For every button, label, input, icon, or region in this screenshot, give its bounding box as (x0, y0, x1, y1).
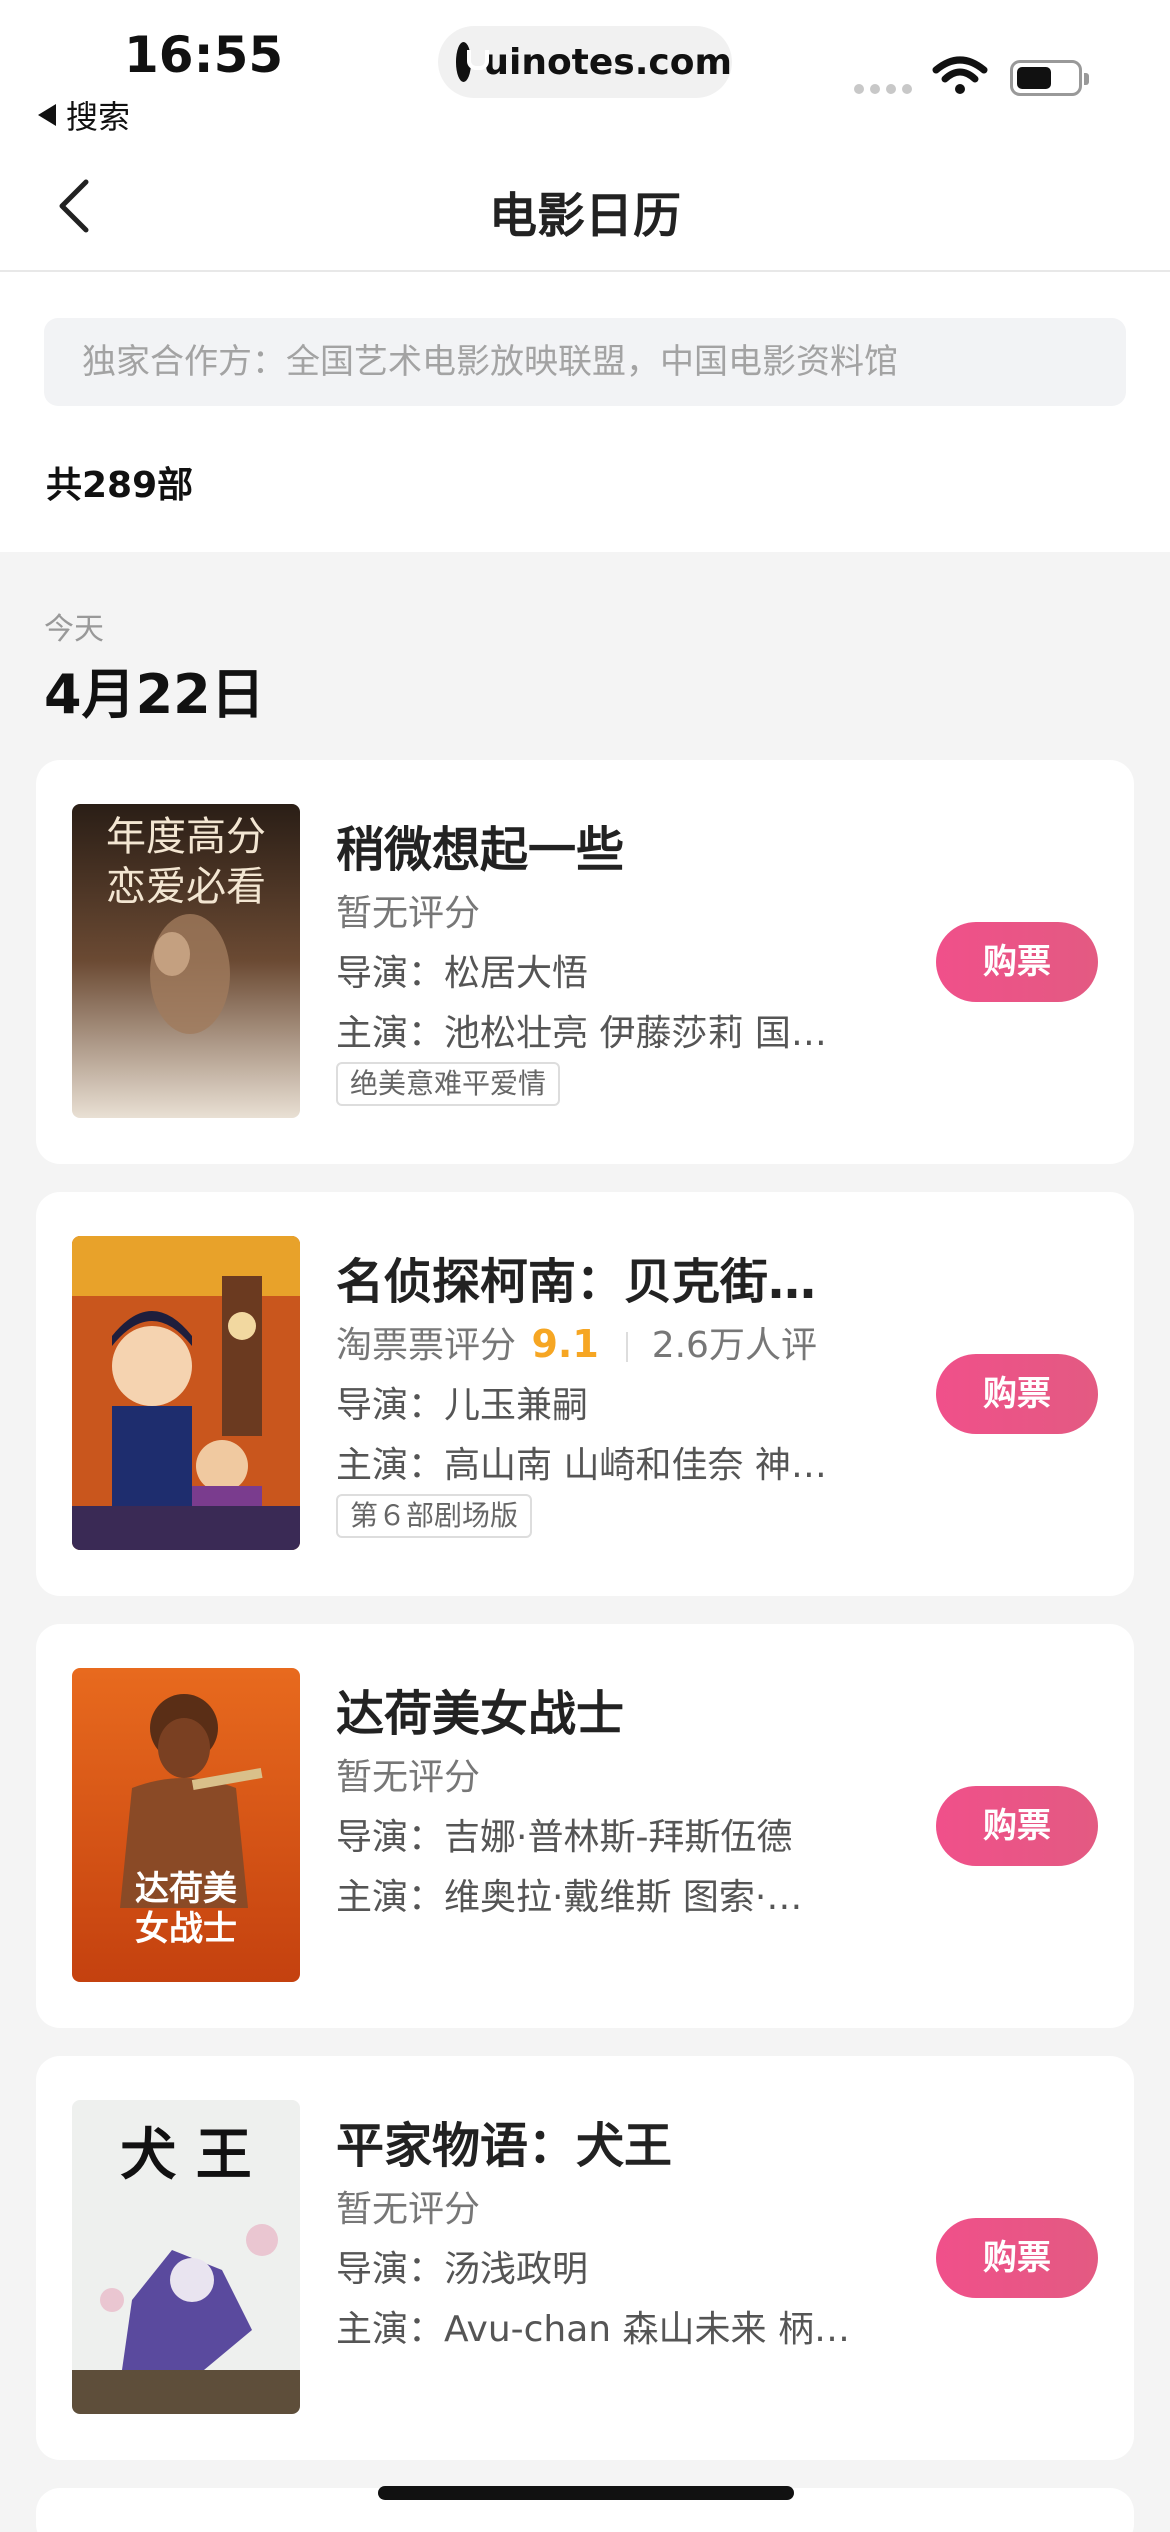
back-to-app-label: 搜索 (66, 98, 131, 136)
film-title[interactable]: 稍微想起一些 (336, 810, 624, 880)
wifi-icon (932, 56, 988, 94)
film-tag: 第６部剧场版 (336, 1494, 533, 1538)
site-logo-icon (456, 42, 490, 82)
poster-caption-1: 年度高分 (106, 814, 266, 860)
film-card[interactable]: 达荷美 女战士 达荷美女战士 暂无评分 导演：吉娜·普林斯-拜斯伍德 主演：维奥… (36, 1624, 1134, 2028)
buy-ticket-button[interactable]: 购票 (936, 922, 1098, 1002)
url-text: uinotes.com (483, 41, 732, 83)
film-director: 导演：松居大悟 (336, 953, 589, 994)
date-sub-label: 今天 (44, 612, 104, 647)
film-title[interactable]: 名侦探柯南：贝克街… (336, 1242, 816, 1312)
film-poster[interactable] (72, 1236, 300, 1550)
buy-ticket-button[interactable]: 购票 (936, 2218, 1098, 2298)
poster-caption-1: 犬 王 (120, 2122, 252, 2188)
poster-image: 达荷美 女战士 (72, 1668, 300, 1982)
film-card[interactable]: 犬 王 平家物语：犬王 暂无评分 导演：汤浅政明 主演：Avu-chan 森山未… (36, 2056, 1134, 2460)
film-poster[interactable]: 年度高分 恋爱必看 (72, 804, 300, 1118)
total-count: 共289部 (46, 465, 194, 506)
buy-ticket-button[interactable]: 购票 (936, 1354, 1098, 1434)
header-section: 独家合作方：全国艺术电影放映联盟，中国电影资料馆 共289部 (0, 272, 1170, 552)
film-score: 暂无评分 (336, 1757, 481, 1798)
partner-notice: 独家合作方：全国艺术电影放映联盟，中国电影资料馆 (44, 318, 1126, 406)
page-title: 电影日历 (488, 188, 681, 244)
nav-bar: 电影日历 (0, 140, 1170, 272)
film-cast: 主演：池松壮亮 伊藤莎莉 国… (336, 1013, 827, 1054)
poster-caption-2: 女战士 (135, 1909, 237, 1949)
film-title[interactable]: 平家物语：犬王 (336, 2106, 672, 2176)
back-triangle-icon (38, 104, 56, 126)
home-indicator[interactable] (378, 2486, 794, 2500)
status-bar: 16:55 搜索 uinotes.com (0, 0, 1170, 140)
battery-icon (1010, 60, 1089, 96)
film-director: 导演：汤浅政明 (336, 2249, 589, 2290)
film-director: 导演：儿玉兼嗣 (336, 1385, 589, 1426)
score-label: 淘票票评分 (336, 1325, 517, 1366)
poster-caption-1: 达荷美 (135, 1869, 237, 1909)
film-director: 导演：吉娜·普林斯-拜斯伍德 (336, 1817, 793, 1858)
rating-count: 2.6万人评 (651, 1325, 817, 1366)
status-time: 16:55 (124, 26, 284, 84)
film-score: 淘票票评分 9.1 2.6万人评 (336, 1316, 817, 1368)
film-cast: 主演：Avu-chan 森山未来 柄… (336, 2309, 851, 2350)
poster-image: 年度高分 恋爱必看 (72, 804, 300, 1118)
poster-image: 犬 王 (72, 2100, 300, 2414)
film-card[interactable]: 名侦探柯南：贝克街… 淘票票评分 9.1 2.6万人评 导演：儿玉兼嗣 主演：高… (36, 1192, 1134, 1596)
film-score: 暂无评分 (336, 2189, 481, 2230)
film-poster[interactable]: 达荷美 女战士 (72, 1668, 300, 1982)
film-cast: 主演：高山南 山崎和佳奈 神… (336, 1445, 827, 1486)
film-tag: 绝美意难平爱情 (336, 1062, 561, 1106)
film-cast: 主演：维奥拉·戴维斯 图索·… (336, 1877, 803, 1918)
film-title[interactable]: 达荷美女战士 (336, 1674, 624, 1744)
film-score: 暂无评分 (336, 893, 481, 934)
buy-ticket-button[interactable]: 购票 (936, 1786, 1098, 1866)
date-heading: 4月22日 (44, 663, 265, 726)
signal-icon (854, 84, 912, 94)
back-to-app-button[interactable]: 搜索 (38, 92, 130, 138)
poster-caption-2: 恋爱必看 (106, 864, 266, 910)
film-poster[interactable]: 犬 王 (72, 2100, 300, 2414)
poster-image (72, 1236, 300, 1550)
score-value: 9.1 (531, 1322, 599, 1366)
url-pill[interactable]: uinotes.com (438, 26, 732, 98)
film-card[interactable]: 年度高分 恋爱必看 稍微想起一些 暂无评分 导演：松居大悟 主演：池松壮亮 伊藤… (36, 760, 1134, 1164)
score-divider (626, 1332, 629, 1362)
